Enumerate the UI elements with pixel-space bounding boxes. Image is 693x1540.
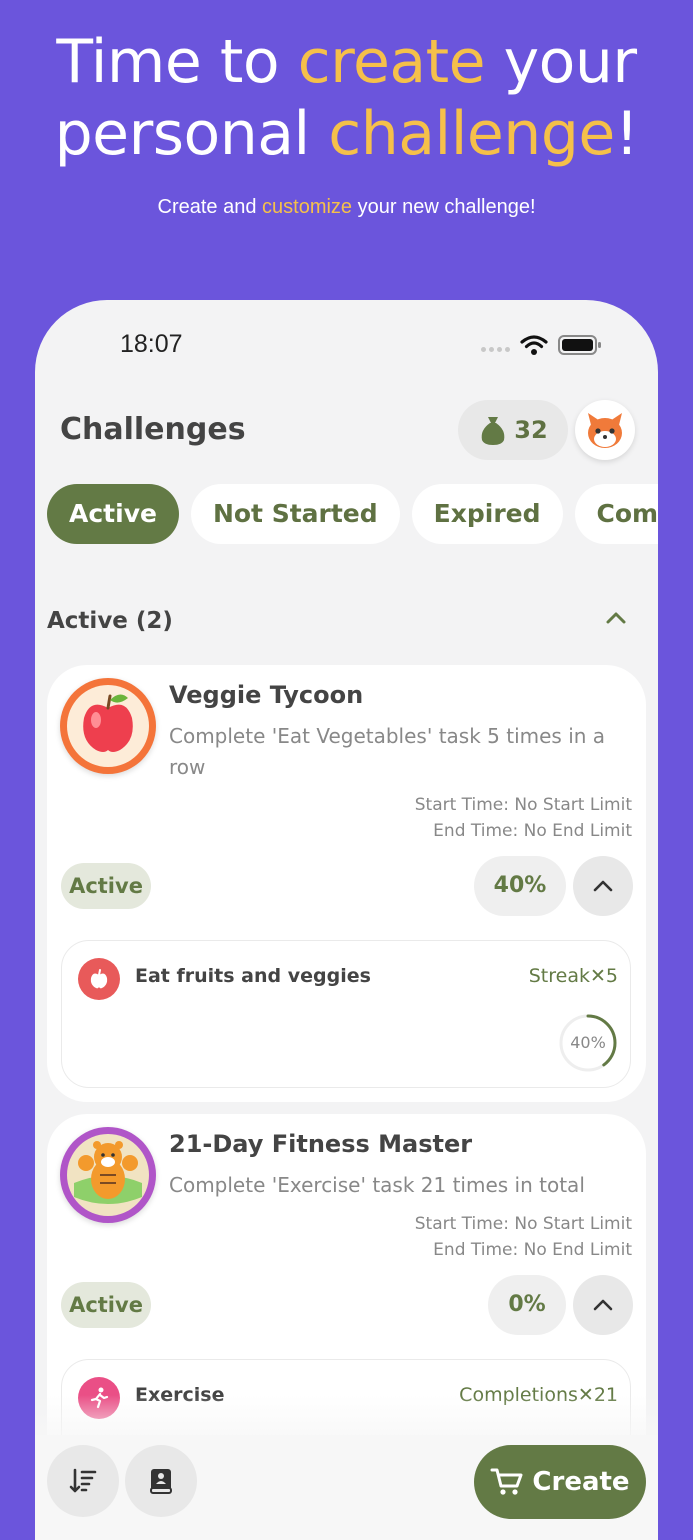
signal-dots-icon xyxy=(481,346,510,352)
status-time: 18:07 xyxy=(120,330,183,358)
cart-icon xyxy=(490,1468,523,1495)
task-progress-ring: 40% xyxy=(558,1013,618,1073)
book-icon xyxy=(150,1469,172,1494)
promo-text: Time to xyxy=(56,27,298,97)
promo-text: personal xyxy=(54,99,329,169)
tab-active[interactable]: Active xyxy=(47,484,179,544)
chevron-up-icon xyxy=(593,880,613,892)
tiger-icon xyxy=(67,1134,149,1216)
collapse-button[interactable] xyxy=(573,856,633,916)
promo-highlight: challenge xyxy=(328,99,615,169)
status-badge: Active xyxy=(61,863,151,909)
templates-button[interactable] xyxy=(125,1445,197,1517)
section-title: Active (2) xyxy=(47,608,173,634)
coin-balance[interactable]: 32 xyxy=(458,400,568,460)
phone-screen: 18:07 Challenges 32 Active Not Started E… xyxy=(35,300,658,1540)
challenge-card[interactable]: Veggie Tycoon Complete 'Eat Vegetables' … xyxy=(47,665,646,1102)
wifi-icon xyxy=(520,335,548,355)
page-title: Challenges xyxy=(60,412,246,447)
challenge-description: Complete 'Eat Vegetables' task 5 times i… xyxy=(169,724,606,779)
avatar[interactable] xyxy=(575,400,635,460)
promo-subtitle: Create and customize your new challenge! xyxy=(0,196,693,219)
coin-count: 32 xyxy=(514,416,548,444)
status-icons xyxy=(481,334,602,356)
challenge-end-time: End Time: No End Limit xyxy=(433,1240,632,1260)
battery-icon xyxy=(558,335,601,355)
challenge-progress-percent: 40% xyxy=(474,856,566,916)
tab-not-started[interactable]: Not Started xyxy=(190,484,400,544)
promo-highlight: create xyxy=(297,27,486,97)
status-badge: Active xyxy=(61,1282,151,1328)
challenge-badge xyxy=(60,678,156,774)
task-progress-label: 40% xyxy=(570,1033,606,1052)
challenge-start-time: Start Time: No Start Limit xyxy=(414,1214,632,1234)
task-row[interactable]: Eat fruits and veggies Streak✕5 40% xyxy=(61,940,631,1088)
tab-expired[interactable]: Expired xyxy=(411,484,563,544)
tab-complete[interactable]: Complete xyxy=(574,484,658,544)
challenge-description: Complete 'Exercise' task 21 times in tot… xyxy=(169,1173,585,1197)
promo-sub-highlight: customize xyxy=(262,196,353,218)
sort-button[interactable] xyxy=(47,1445,119,1517)
task-streak: Streak✕5 xyxy=(528,965,618,987)
challenge-title: 21-Day Fitness Master xyxy=(169,1130,473,1158)
promo-headline-line-1: Time to create your xyxy=(0,26,693,98)
money-bag-icon xyxy=(481,417,505,445)
filter-tabs: Active Not Started Expired Complete xyxy=(47,484,658,544)
apple-icon xyxy=(67,685,149,767)
create-button[interactable]: Create xyxy=(474,1445,646,1519)
collapse-button[interactable] xyxy=(573,1275,633,1335)
chevron-up-icon[interactable] xyxy=(605,610,627,626)
task-name: Eat fruits and veggies xyxy=(135,965,371,987)
challenge-end-time: End Time: No End Limit xyxy=(433,821,632,841)
sort-icon xyxy=(69,1468,97,1493)
promo-sub-text: your new challenge! xyxy=(352,196,536,218)
challenge-progress-percent: 0% xyxy=(488,1275,566,1335)
fox-avatar-icon xyxy=(588,413,622,448)
challenge-badge xyxy=(60,1127,156,1223)
chevron-up-icon xyxy=(593,1299,613,1311)
promo-text: your xyxy=(485,27,637,97)
challenge-start-time: Start Time: No Start Limit xyxy=(414,795,632,815)
promo-text: ! xyxy=(614,99,639,169)
apple-icon xyxy=(90,969,108,989)
promo-sub-text: Create and xyxy=(157,196,263,218)
promo-headline: Time to create your personal challenge! xyxy=(0,26,693,170)
create-button-label: Create xyxy=(532,1467,630,1497)
challenge-title: Veggie Tycoon xyxy=(169,681,364,709)
promo-headline-line-2: personal challenge! xyxy=(0,98,693,170)
task-icon xyxy=(78,958,120,1000)
